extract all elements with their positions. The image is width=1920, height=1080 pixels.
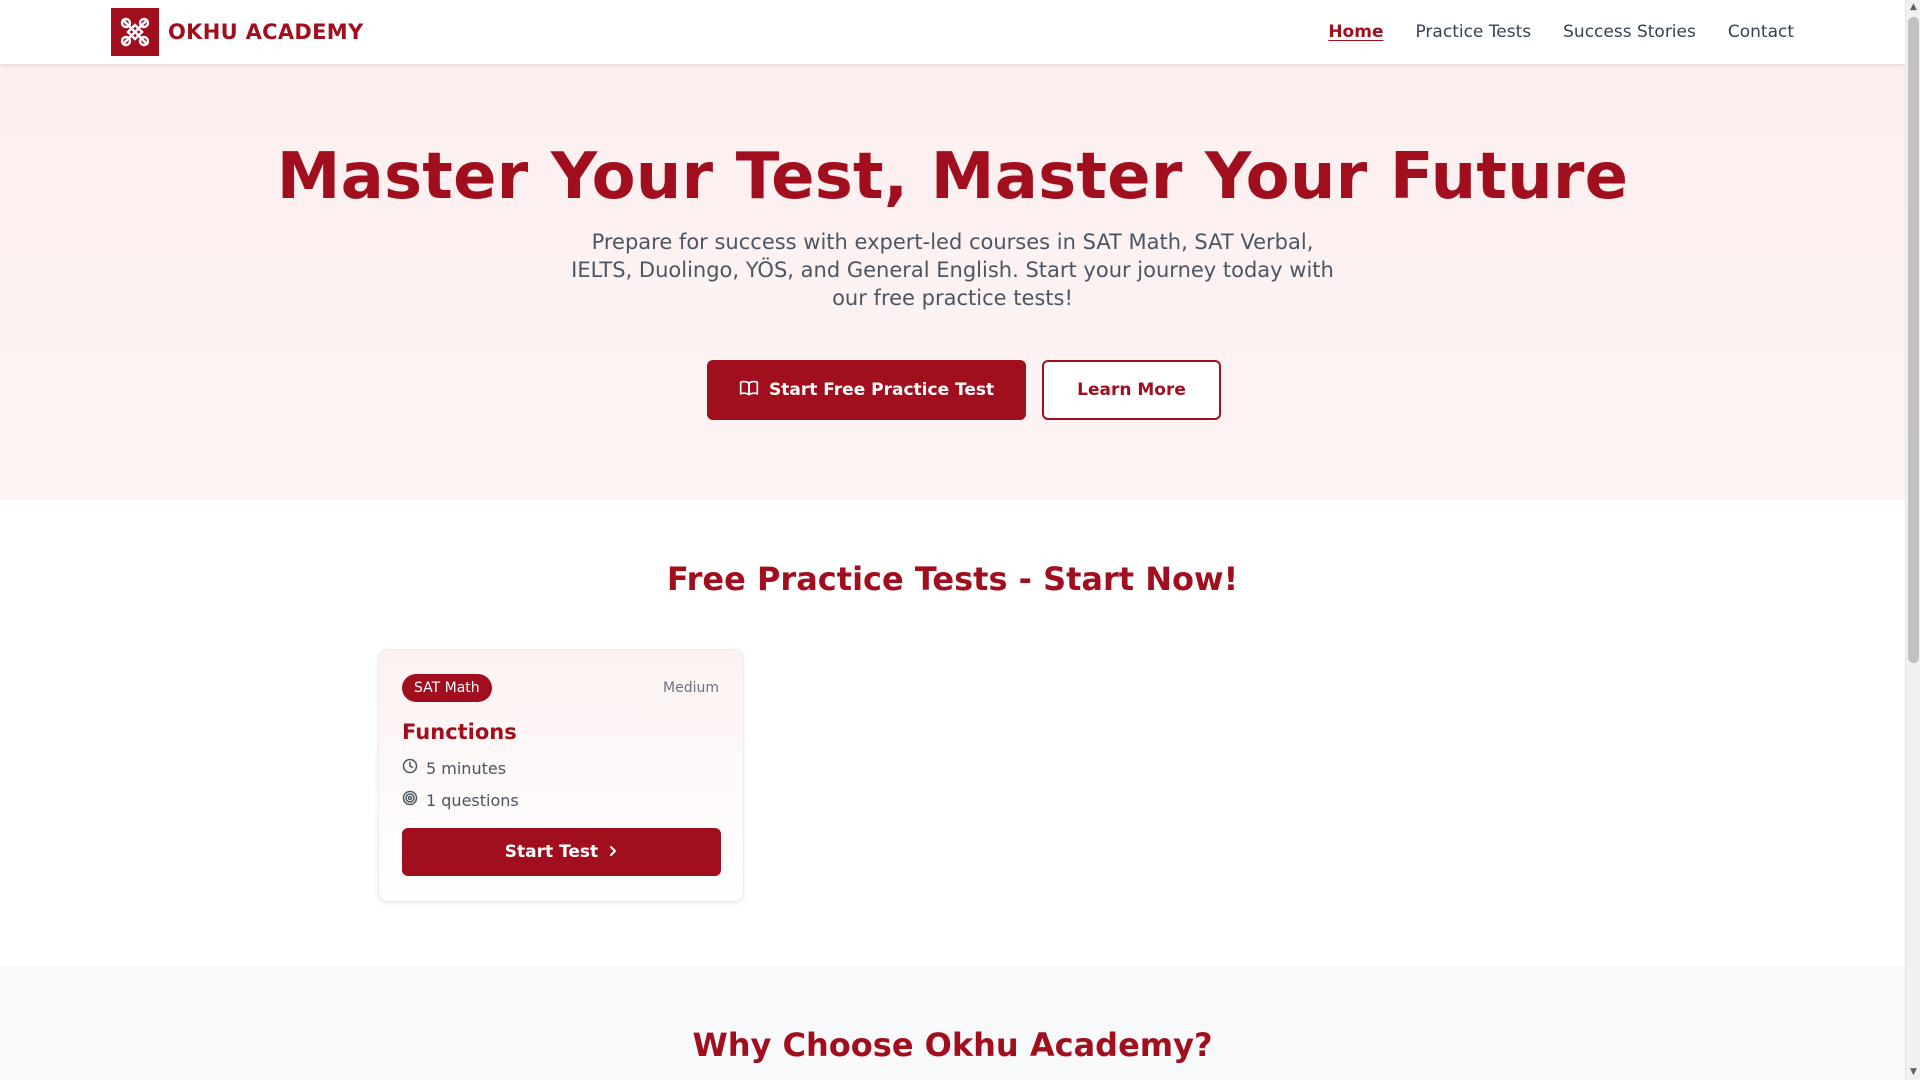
difficulty-label: Medium <box>663 680 719 696</box>
practice-test-card: SAT Math Medium Functions 5 minutes 1 qu… <box>378 649 744 902</box>
chevron-right-icon <box>608 842 618 862</box>
open-book-icon <box>739 379 759 402</box>
site-header: OKHU ACADEMY Home Practice Tests Success… <box>0 0 1905 64</box>
duration-text: 5 minutes <box>426 758 507 778</box>
clock-icon <box>402 758 418 778</box>
brand[interactable]: OKHU ACADEMY <box>111 8 363 56</box>
knot-logo-icon <box>111 8 159 56</box>
scroll-up-arrow-icon[interactable]: ▲ <box>1909 3 1918 12</box>
card-title: Functions <box>402 720 517 744</box>
learn-more-button[interactable]: Learn More <box>1042 360 1221 420</box>
scroll-down-arrow-icon[interactable]: ▼ <box>1909 1068 1918 1077</box>
page-scrollbar[interactable]: ▲ ▼ <box>1905 0 1920 1080</box>
nav-home[interactable]: Home <box>1328 22 1383 42</box>
duration-row: 5 minutes <box>402 758 506 778</box>
hero-section: Master Your Test, Master Your Future Pre… <box>0 64 1905 500</box>
nav-success-stories[interactable]: Success Stories <box>1563 22 1696 42</box>
nav-practice-tests[interactable]: Practice Tests <box>1415 22 1531 42</box>
subject-badge: SAT Math <box>402 674 492 702</box>
page: OKHU ACADEMY Home Practice Tests Success… <box>0 0 1905 1080</box>
questions-text: 1 questions <box>426 790 519 810</box>
hero-title: Master Your Test, Master Your Future <box>276 140 1629 214</box>
main-nav: Home Practice Tests Success Stories Cont… <box>1328 0 1794 64</box>
scroll-thumb[interactable] <box>1908 17 1919 663</box>
hero-buttons: Start Free Practice Test Learn More <box>707 360 1221 420</box>
questions-row: 1 questions <box>402 790 519 810</box>
start-free-practice-test-label: Start Free Practice Test <box>769 380 995 400</box>
nav-contact[interactable]: Contact <box>1728 22 1794 42</box>
target-icon <box>402 790 418 810</box>
start-test-button[interactable]: Start Test <box>402 828 721 876</box>
start-test-label: Start Test <box>504 842 599 862</box>
practice-section-title: Free Practice Tests - Start Now! <box>666 560 1239 598</box>
why-section-title: Why Choose Okhu Academy? <box>692 1026 1213 1064</box>
brand-name: OKHU ACADEMY <box>168 20 364 44</box>
start-free-practice-test-button[interactable]: Start Free Practice Test <box>707 360 1027 420</box>
hero-subtitle: Prepare for success with expert-led cour… <box>571 230 1334 310</box>
